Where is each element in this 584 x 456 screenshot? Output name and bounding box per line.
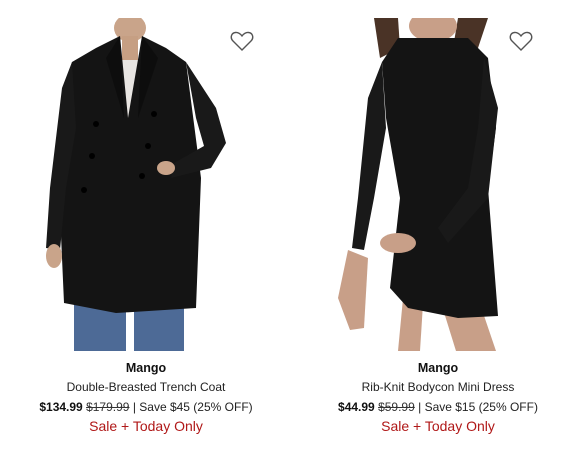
sale-price: $44.99: [338, 400, 375, 414]
product-title[interactable]: Rib-Knit Bodycon Mini Dress: [292, 380, 584, 394]
mini-dress-illustration: [338, 18, 498, 351]
promo-label: Sale + Today Only: [89, 418, 203, 434]
product-image-trench-coat[interactable]: [36, 18, 256, 351]
sale-price: $134.99: [39, 400, 83, 414]
product-title[interactable]: Double-Breasted Trench Coat: [0, 380, 292, 394]
product-card[interactable]: Mango Double-Breasted Trench Coat $134.9…: [0, 0, 292, 456]
savings-text: | Save $45 (25% OFF): [132, 400, 253, 414]
product-brand[interactable]: Mango: [292, 361, 584, 375]
original-price: $179.99: [86, 400, 130, 414]
original-price: $59.99: [378, 400, 415, 414]
product-brand[interactable]: Mango: [0, 361, 292, 375]
heart-outline-icon[interactable]: [230, 30, 254, 52]
heart-outline-icon[interactable]: [509, 30, 533, 52]
savings-text: | Save $15 (25% OFF): [418, 400, 538, 414]
promo-label: Sale + Today Only: [381, 418, 495, 434]
price-line: $134.99 $179.99 | Save $45 (25% OFF): [0, 400, 292, 414]
product-card[interactable]: Mango Rib-Knit Bodycon Mini Dress $44.99…: [292, 0, 584, 456]
trench-coat-illustration: [46, 18, 226, 351]
price-line: $44.99 $59.99 | Save $15 (25% OFF): [292, 400, 584, 414]
product-image-mini-dress[interactable]: [328, 18, 548, 351]
